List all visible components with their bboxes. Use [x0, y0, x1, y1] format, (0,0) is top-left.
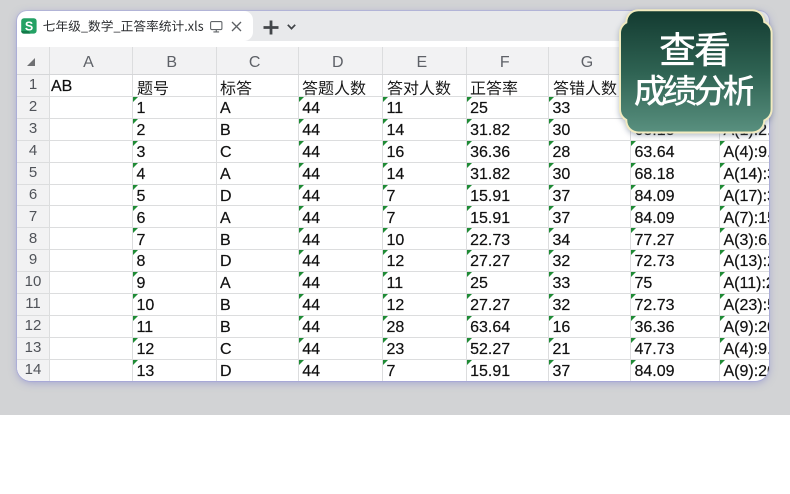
svg-text:S: S [25, 19, 33, 33]
